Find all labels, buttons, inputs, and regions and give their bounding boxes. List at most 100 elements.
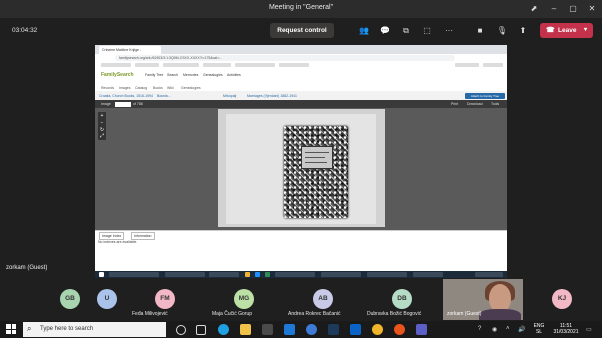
subnav-item[interactable]: Records [101,86,114,90]
close-icon[interactable]: ✕ [586,3,598,15]
tools-button[interactable]: Tools [491,102,499,106]
user-icon[interactable]: ◉ [492,326,497,333]
chevron-down-icon[interactable]: ▾ [584,23,587,38]
tab-image-index[interactable]: Image Index [99,232,125,240]
participant-name: Maja Čučić Gorup [212,311,253,317]
browser-tab-strip: Crkvene Matične Knjige - FamilySearch [95,45,507,60]
subnav-item[interactable]: Catalog [135,86,147,90]
no-index-message: No indexes are available. [98,240,138,244]
breadcrumb-item[interactable]: Bosnia... [157,94,171,98]
avatar[interactable]: AB [313,289,333,309]
task-view-icon[interactable] [196,325,206,335]
store-icon[interactable] [262,324,273,335]
fullscreen-icon[interactable]: ⤢ [98,133,106,139]
breadcrumb-item[interactable]: Mrkopalj [223,94,236,98]
shared-taskbar [95,271,507,278]
leave-button[interactable]: ☎ Leave ▾ [540,23,593,38]
search-icon: ⌕ [27,324,32,333]
more-options-icon[interactable]: ··· [443,25,455,37]
image-viewer[interactable]: + − ↻ ⤢ [95,108,507,230]
nav-item[interactable]: Activities [227,73,241,77]
lightning-icon[interactable] [328,324,339,335]
browser-tab[interactable]: Crkvene Matične Knjige - FamilySearch [99,46,161,60]
attach-to-tree-button[interactable]: Attach to Family Tree [465,92,505,99]
teams-icon[interactable] [416,324,427,335]
participant-name: Feđa Milivojević [132,311,168,317]
print-button[interactable]: Print [451,102,458,106]
site-header: FamilySearch Family Tree Search Memories… [95,68,507,85]
system-clock[interactable]: 11:51 31/03/2021 [552,323,580,335]
avatar[interactable]: DB [392,289,412,309]
tab-information[interactable]: Information [131,232,155,240]
zoom-out-icon[interactable]: − [98,120,106,126]
firefox-icon[interactable] [394,324,405,335]
image-total: of 788 [133,101,143,106]
clock-date: 31/03/2021 [553,329,579,335]
mic-off-icon[interactable]: 🎙 [496,25,508,37]
nav-item[interactable]: Search [167,73,178,77]
avatar[interactable]: KJ [552,289,572,309]
site-logo[interactable]: FamilySearch [101,72,134,78]
mail-icon[interactable] [284,324,295,335]
participant-video[interactable]: zorkam (Guest) [443,279,523,320]
image-number-input[interactable] [115,101,131,107]
url-field[interactable]: familysearch.org/ark:/61903/3:1:3Q9M-CSX… [115,55,455,61]
maximize-icon[interactable]: ▢ [567,3,579,15]
file-explorer-icon[interactable] [240,324,251,335]
avatar[interactable]: FM [155,289,175,309]
speaker-icon[interactable]: 🔊 [518,326,525,333]
breadcrumb: Croatia, Church Books, 1516-1994 Bosnia.… [95,91,507,100]
participant-name: Andrea Rokrec Bačanić [288,311,341,317]
image-label: Image [101,101,111,106]
taskbar-search[interactable]: ⌕ Type here to search [23,322,166,337]
shared-screen: Crkvene Matične Knjige - FamilySearch fa… [95,45,507,278]
share-tray-icon[interactable]: ⬆ [517,25,529,37]
nav-item[interactable]: Memories [183,73,198,77]
leave-label: Leave [558,27,577,34]
zoom-icon[interactable] [306,324,317,335]
notifications-icon[interactable]: ▭ [586,326,592,333]
edge-icon[interactable] [218,324,229,335]
meeting-timer: 03:04:32 [12,27,38,34]
phone-icon: ☎ [546,27,555,34]
share-icon[interactable]: ⬚ [421,25,433,37]
presenter-name: zorkam (Guest) [6,265,48,271]
subnav-item[interactable]: Wiki [167,86,174,90]
nav-item[interactable]: Genealogies [203,73,223,77]
avatar[interactable]: MG [234,289,254,309]
chat-icon[interactable]: 💬 [379,25,391,37]
scan-background [226,114,376,224]
zoom-in-icon[interactable]: + [98,113,106,119]
fullscreen-icon[interactable]: ⬈ [528,3,540,15]
camera-off-icon[interactable]: ■ [474,25,486,37]
image-toolbar: Image of 788 Print Download Tools [95,100,507,108]
chrome-icon[interactable] [372,324,383,335]
outlook-icon[interactable] [350,324,361,335]
avatar[interactable]: GB [60,289,80,309]
help-icon[interactable]: ? [478,326,481,332]
subnav-item[interactable]: Books [153,86,163,90]
bottom-tabs: Image Index Information [95,230,507,240]
breakout-rooms-icon[interactable]: ⧉ [400,25,412,37]
participant-name: Dubravka Božić Bogović [367,311,422,317]
zoom-controls: + − ↻ ⤢ [98,112,106,140]
breadcrumb-item[interactable]: Croatia, Church Books, 1516-1994 [99,94,153,98]
minimize-icon[interactable]: – [548,3,560,15]
cortana-icon[interactable] [176,325,186,335]
breadcrumb-item[interactable]: Marriages (Vjenčani) 1882-1941 [247,94,297,98]
request-control-button[interactable]: Request control [270,23,334,38]
scanned-image [218,109,385,227]
chevron-up-icon[interactable]: ˄ [506,326,510,332]
language-indicator[interactable]: ENG SL [532,323,546,335]
participant-name: zorkam (Guest) [447,311,482,317]
windows-taskbar: ⌕ Type here to search ? ◉ ˄ 🔊 ENG SL 11:… [0,321,602,338]
subnav-item[interactable]: Images [119,86,130,90]
subnav-item[interactable]: Genealogies [181,86,201,90]
avatar[interactable]: U [97,289,117,309]
window-title: Meeting in "General" [268,4,334,11]
download-button[interactable]: Download [467,102,483,106]
participants-icon[interactable]: 👥 [358,25,370,37]
nav-item[interactable]: Family Tree [145,73,163,77]
windows-start-icon[interactable] [6,324,16,334]
keyboard-layout: SL [535,329,543,335]
